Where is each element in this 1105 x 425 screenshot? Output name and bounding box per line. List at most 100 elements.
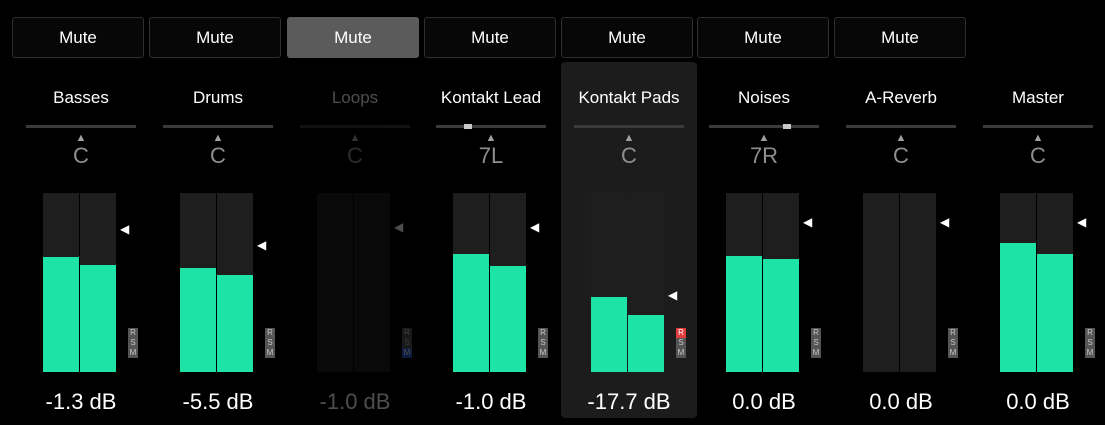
monitor-button[interactable]: M bbox=[811, 348, 821, 358]
volume-value[interactable]: 0.0 dB bbox=[833, 389, 969, 415]
channel-strip[interactable]: A-Reverb ▲ C ◀ R S M 0.0 dB bbox=[833, 62, 969, 418]
monitor-button[interactable]: M bbox=[948, 348, 958, 358]
volume-value[interactable]: -1.0 dB bbox=[423, 389, 559, 415]
mute-button[interactable]: Mute bbox=[424, 17, 556, 58]
channel-strip[interactable]: Kontakt Lead ▲ 7L ◀ R S M -1.0 dB bbox=[423, 62, 559, 418]
channel-name[interactable]: Master bbox=[970, 88, 1105, 108]
meter-left bbox=[317, 193, 353, 372]
channel-strip[interactable]: Loops ▲ C ◀ R S M -1.0 dB bbox=[287, 62, 423, 418]
mute-button[interactable]: Mute bbox=[12, 17, 144, 58]
solo-button[interactable]: S bbox=[676, 338, 686, 348]
solo-button[interactable]: S bbox=[265, 338, 275, 348]
volume-value[interactable]: -1.0 dB bbox=[287, 389, 423, 415]
meter-left bbox=[453, 193, 489, 372]
meter-left bbox=[43, 193, 79, 372]
channel-name[interactable]: A-Reverb bbox=[833, 88, 969, 108]
mute-button[interactable]: Mute bbox=[149, 17, 281, 58]
volume-value[interactable]: -5.5 dB bbox=[150, 389, 286, 415]
monitor-button[interactable]: M bbox=[128, 348, 138, 358]
pan-slider[interactable] bbox=[26, 125, 136, 128]
volume-value[interactable]: 0.0 dB bbox=[970, 389, 1105, 415]
volume-value[interactable]: -1.3 dB bbox=[13, 389, 149, 415]
channel-name[interactable]: Kontakt Lead bbox=[423, 88, 559, 108]
monitor-button[interactable]: M bbox=[402, 348, 412, 358]
record-arm-button[interactable]: R bbox=[811, 328, 821, 338]
channel-name[interactable]: Noises bbox=[696, 88, 832, 108]
left-triangle-icon[interactable]: ◀ bbox=[394, 221, 403, 233]
pan-value[interactable]: 7R bbox=[696, 143, 832, 169]
monitor-button[interactable]: M bbox=[1085, 348, 1095, 358]
pan-value[interactable]: C bbox=[287, 143, 423, 169]
meter-left bbox=[863, 193, 899, 372]
pan-slider[interactable] bbox=[436, 124, 546, 129]
pan-slider[interactable] bbox=[163, 125, 273, 128]
record-arm-button[interactable]: R bbox=[402, 328, 412, 338]
pan-value[interactable]: C bbox=[561, 143, 697, 169]
meter-level bbox=[217, 275, 253, 372]
meter-right bbox=[217, 193, 253, 372]
channel-strip[interactable]: Noises ▲ 7R ◀ R S M 0.0 dB bbox=[696, 62, 832, 418]
left-triangle-icon[interactable]: ◀ bbox=[940, 216, 949, 228]
solo-button[interactable]: S bbox=[402, 338, 412, 348]
channel-strip[interactable]: Kontakt Pads ▲ C ◀ R S M -17.7 dB bbox=[561, 62, 697, 418]
channel-name[interactable]: Kontakt Pads bbox=[561, 88, 697, 108]
pan-slider[interactable] bbox=[300, 125, 410, 128]
left-triangle-icon[interactable]: ◀ bbox=[668, 289, 677, 301]
meter-level bbox=[43, 257, 79, 372]
record-arm-button[interactable]: R bbox=[538, 328, 548, 338]
monitor-button[interactable]: M bbox=[538, 348, 548, 358]
record-arm-button[interactable]: R bbox=[1085, 328, 1095, 338]
meter-level bbox=[453, 254, 489, 372]
record-arm-button[interactable]: R bbox=[948, 328, 958, 338]
solo-button[interactable]: S bbox=[811, 338, 821, 348]
meter-left bbox=[591, 193, 627, 372]
pan-indicator bbox=[463, 124, 472, 129]
solo-button[interactable]: S bbox=[1085, 338, 1095, 348]
pan-slider[interactable] bbox=[709, 124, 819, 129]
channel-strip[interactable]: Drums ▲ C ◀ R S M -5.5 dB bbox=[150, 62, 286, 418]
meter-level bbox=[1037, 254, 1073, 372]
pan-indicator bbox=[783, 124, 792, 129]
pan-value[interactable]: 7L bbox=[423, 143, 559, 169]
meter-level bbox=[628, 315, 664, 372]
pan-value[interactable]: C bbox=[833, 143, 969, 169]
mute-button[interactable]: Mute bbox=[834, 17, 966, 58]
channel-strip[interactable]: Master ▲ C ◀ R S M 0.0 dB bbox=[970, 62, 1105, 418]
meter-level bbox=[763, 259, 799, 372]
mute-button[interactable]: Mute bbox=[287, 17, 419, 58]
left-triangle-icon[interactable]: ◀ bbox=[1077, 216, 1086, 228]
record-arm-button[interactable]: R bbox=[676, 328, 686, 338]
pan-slider[interactable] bbox=[846, 125, 956, 128]
meter-right bbox=[628, 193, 664, 372]
meter-level bbox=[180, 268, 216, 372]
channel-strip[interactable]: Basses ▲ C ◀ R S M -1.3 dB bbox=[13, 62, 149, 418]
meter-level bbox=[726, 256, 762, 372]
solo-button[interactable]: S bbox=[948, 338, 958, 348]
left-triangle-icon[interactable]: ◀ bbox=[120, 223, 129, 235]
monitor-button[interactable]: M bbox=[676, 348, 686, 358]
mute-button[interactable]: Mute bbox=[561, 17, 693, 58]
meter-right bbox=[354, 193, 390, 372]
pan-slider[interactable] bbox=[983, 125, 1093, 128]
solo-button[interactable]: S bbox=[128, 338, 138, 348]
pan-value[interactable]: C bbox=[13, 143, 149, 169]
solo-button[interactable]: S bbox=[538, 338, 548, 348]
volume-value[interactable]: -17.7 dB bbox=[561, 389, 697, 415]
left-triangle-icon[interactable]: ◀ bbox=[530, 221, 539, 233]
meter-right bbox=[763, 193, 799, 372]
monitor-button[interactable]: M bbox=[265, 348, 275, 358]
record-arm-button[interactable]: R bbox=[265, 328, 275, 338]
meter-right bbox=[80, 193, 116, 372]
pan-slider[interactable] bbox=[574, 125, 684, 128]
channel-name[interactable]: Drums bbox=[150, 88, 286, 108]
pan-value[interactable]: C bbox=[150, 143, 286, 169]
meter-right bbox=[900, 193, 936, 372]
left-triangle-icon[interactable]: ◀ bbox=[257, 239, 266, 251]
volume-value[interactable]: 0.0 dB bbox=[696, 389, 832, 415]
record-arm-button[interactable]: R bbox=[128, 328, 138, 338]
mute-button[interactable]: Mute bbox=[697, 17, 829, 58]
channel-name[interactable]: Basses bbox=[13, 88, 149, 108]
pan-value[interactable]: C bbox=[970, 143, 1105, 169]
channel-name[interactable]: Loops bbox=[287, 88, 423, 108]
left-triangle-icon[interactable]: ◀ bbox=[803, 216, 812, 228]
